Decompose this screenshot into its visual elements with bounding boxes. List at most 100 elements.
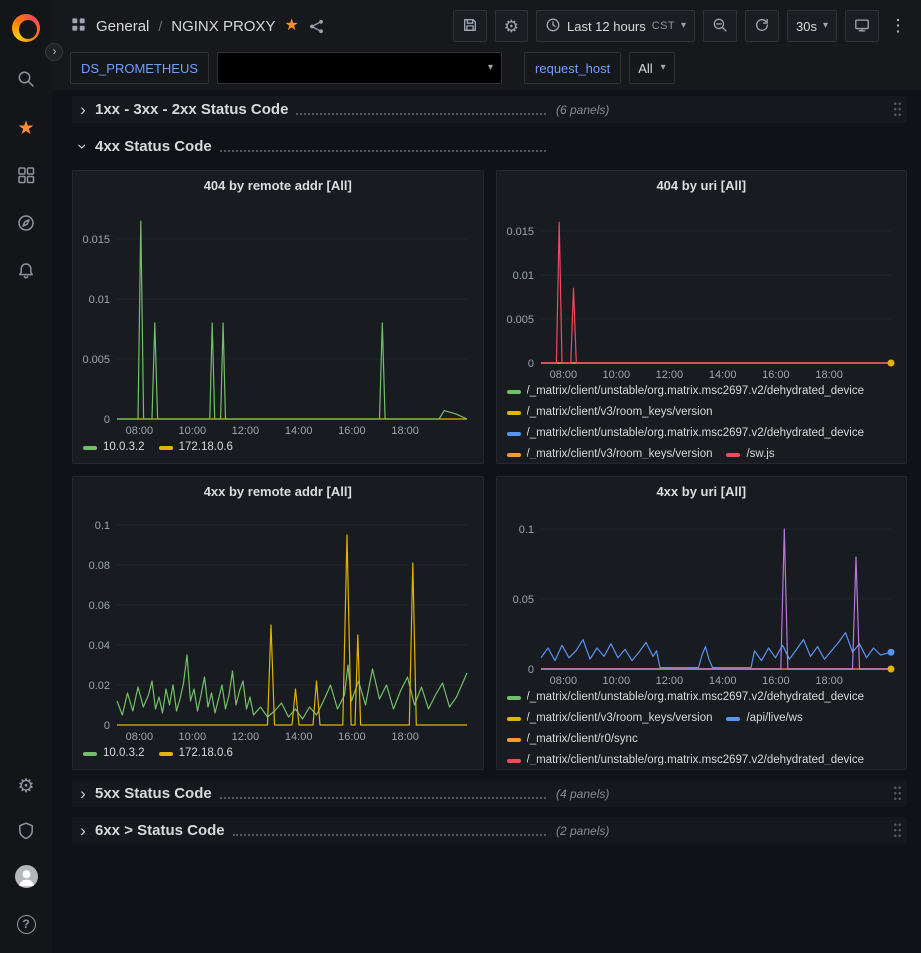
- legend-swatch: [507, 432, 521, 436]
- chart-canvas[interactable]: 00.0050.010.01508:0010:0012:0014:0016:00…: [505, 201, 899, 381]
- row-panel-count: (6 panels): [556, 103, 609, 117]
- zoom-out-button[interactable]: [703, 10, 737, 42]
- save-icon: [462, 17, 478, 36]
- refresh-button[interactable]: [745, 10, 779, 42]
- datasource-select[interactable]: ▾: [217, 52, 502, 84]
- legend-swatch: [726, 717, 740, 721]
- legend-item[interactable]: 172.18.0.6: [159, 439, 233, 456]
- row-1xx-3xx-2xx-status-code[interactable]: › 1xx - 3xx - 2xx Status Code (6 panels): [72, 96, 907, 123]
- dashboard-settings-button[interactable]: ⚙: [495, 10, 528, 42]
- legend-item[interactable]: 10.0.3.2: [83, 745, 145, 762]
- sidebar-expand-button[interactable]: ›: [45, 43, 63, 61]
- svg-text:0.1: 0.1: [95, 520, 110, 532]
- share-icon[interactable]: [308, 18, 325, 35]
- legend-item[interactable]: /_matrix/client/unstable/org.matrix.msc2…: [507, 425, 865, 442]
- search-button[interactable]: [0, 56, 52, 104]
- panel-404-by-uri: 404 by uri [All] 00.0050.010.01508:0010:…: [496, 170, 908, 464]
- svg-text:08:00: 08:00: [126, 425, 154, 437]
- request-host-variable-label[interactable]: request_host: [524, 52, 621, 84]
- refresh-interval-picker[interactable]: 30s ▾: [787, 10, 837, 42]
- svg-text:16:00: 16:00: [762, 675, 790, 687]
- svg-text:0.08: 0.08: [89, 560, 110, 572]
- legend-swatch: [159, 446, 173, 450]
- row-drag-handle[interactable]: [893, 785, 902, 802]
- row-6xx-status-code[interactable]: › 6xx > Status Code (2 panels): [72, 817, 907, 844]
- favorite-star-icon[interactable]: ★: [284, 18, 298, 34]
- kebab-menu-icon[interactable]: ⋮: [887, 16, 909, 36]
- tv-mode-button[interactable]: [845, 10, 879, 42]
- clock-icon: [545, 17, 561, 36]
- legend-item[interactable]: /_matrix/client/unstable/org.matrix.msc2…: [507, 689, 865, 706]
- legend-label: /_matrix/client/v3/room_keys/version: [527, 446, 713, 459]
- legend-item[interactable]: /api/live/ws: [726, 710, 802, 727]
- chart-area[interactable]: 00.0050.010.01508:0010:0012:0014:0016:00…: [81, 201, 475, 437]
- row-title: 6xx > Status Code: [95, 822, 225, 839]
- svg-text:12:00: 12:00: [232, 731, 260, 743]
- chart-legend: /_matrix/client/unstable/org.matrix.msc2…: [505, 381, 899, 459]
- panel-title[interactable]: 4xx by remote addr [All]: [81, 477, 475, 507]
- chevron-down-icon: ▾: [823, 21, 828, 31]
- panel-title[interactable]: 4xx by uri [All]: [505, 477, 899, 507]
- legend-item[interactable]: /_matrix/client/r0/sync: [507, 731, 638, 748]
- svg-text:0: 0: [104, 720, 110, 732]
- grafana-logo[interactable]: [12, 14, 40, 42]
- legend-item[interactable]: 172.18.0.6: [159, 745, 233, 762]
- configuration-button[interactable]: ⚙: [0, 763, 52, 809]
- legend-item[interactable]: 10.0.3.2: [83, 439, 145, 456]
- breadcrumb-title[interactable]: NGINX PROXY: [171, 18, 275, 35]
- svg-text:0.01: 0.01: [89, 294, 110, 306]
- panel-title[interactable]: 404 by remote addr [All]: [81, 171, 475, 201]
- svg-text:18:00: 18:00: [391, 425, 419, 437]
- row-4xx-status-code[interactable]: › 4xx Status Code: [72, 133, 907, 160]
- breadcrumb-section[interactable]: General: [96, 18, 149, 35]
- chevron-down-icon: ▾: [488, 63, 493, 73]
- breadcrumb-divider: /: [158, 18, 162, 34]
- chart-canvas[interactable]: 00.0050.010.01508:0010:0012:0014:0016:00…: [81, 201, 475, 437]
- nav-sidebar: ★ ⚙: [0, 0, 52, 953]
- alerting-button[interactable]: [0, 248, 52, 296]
- gear-icon: ⚙: [504, 18, 519, 35]
- row-panel-count: (4 panels): [556, 787, 609, 801]
- panel-404-by-remote-addr: 404 by remote addr [All] 00.0050.010.015…: [72, 170, 484, 464]
- dashboards-button[interactable]: [0, 152, 52, 200]
- svg-text:12:00: 12:00: [655, 675, 683, 687]
- shield-icon: [16, 821, 36, 844]
- dashboard-canvas: › 1xx - 3xx - 2xx Status Code (6 panels)…: [52, 90, 921, 953]
- profile-button[interactable]: [0, 855, 52, 901]
- chart-area[interactable]: 00.050.108:0010:0012:0014:0016:0018:00: [505, 507, 899, 687]
- legend-item[interactable]: /_matrix/client/v3/room_keys/version: [507, 710, 713, 727]
- dotted-leader: [296, 113, 546, 115]
- svg-text:10:00: 10:00: [179, 425, 207, 437]
- legend-label: /api/live/ws: [746, 710, 802, 727]
- legend-label: /_matrix/client/unstable/org.matrix.msc2…: [527, 383, 865, 400]
- legend-item[interactable]: /_matrix/client/unstable/org.matrix.msc2…: [507, 383, 865, 400]
- refresh-interval-label: 30s: [796, 19, 817, 34]
- chart-area[interactable]: 00.020.040.060.080.108:0010:0012:0014:00…: [81, 507, 475, 743]
- request-host-value: All: [638, 61, 652, 76]
- row-title: 1xx - 3xx - 2xx Status Code: [95, 101, 288, 118]
- chart-canvas[interactable]: 00.020.040.060.080.108:0010:0012:0014:00…: [81, 507, 475, 743]
- chart-canvas[interactable]: 00.050.108:0010:0012:0014:0016:0018:00: [505, 507, 899, 687]
- avatar: [15, 865, 38, 891]
- star-icon: ★: [17, 119, 34, 138]
- help-button[interactable]: ?: [0, 901, 52, 947]
- legend-item[interactable]: /_matrix/client/v3/room_keys/version: [507, 404, 713, 421]
- legend-item[interactable]: /_matrix/client/unstable/org.matrix.msc2…: [507, 752, 865, 765]
- save-dashboard-button[interactable]: [453, 10, 487, 42]
- legend-swatch: [507, 696, 521, 700]
- svg-text:16:00: 16:00: [338, 425, 366, 437]
- starred-dashboards-button[interactable]: ★: [0, 104, 52, 152]
- timezone-label: CST: [652, 20, 675, 32]
- time-range-picker[interactable]: Last 12 hours CST ▾: [536, 10, 695, 42]
- row-drag-handle[interactable]: [893, 101, 902, 118]
- svg-text:0.06: 0.06: [89, 600, 110, 612]
- legend-item[interactable]: /sw.js: [726, 446, 774, 459]
- explore-button[interactable]: [0, 200, 52, 248]
- row-drag-handle[interactable]: [893, 822, 902, 839]
- request-host-select[interactable]: All ▾: [629, 52, 674, 84]
- panel-title[interactable]: 404 by uri [All]: [505, 171, 899, 201]
- server-admin-button[interactable]: [0, 809, 52, 855]
- row-5xx-status-code[interactable]: › 5xx Status Code (4 panels): [72, 780, 907, 807]
- chart-area[interactable]: 00.0050.010.01508:0010:0012:0014:0016:00…: [505, 201, 899, 381]
- legend-item[interactable]: /_matrix/client/v3/room_keys/version: [507, 446, 713, 459]
